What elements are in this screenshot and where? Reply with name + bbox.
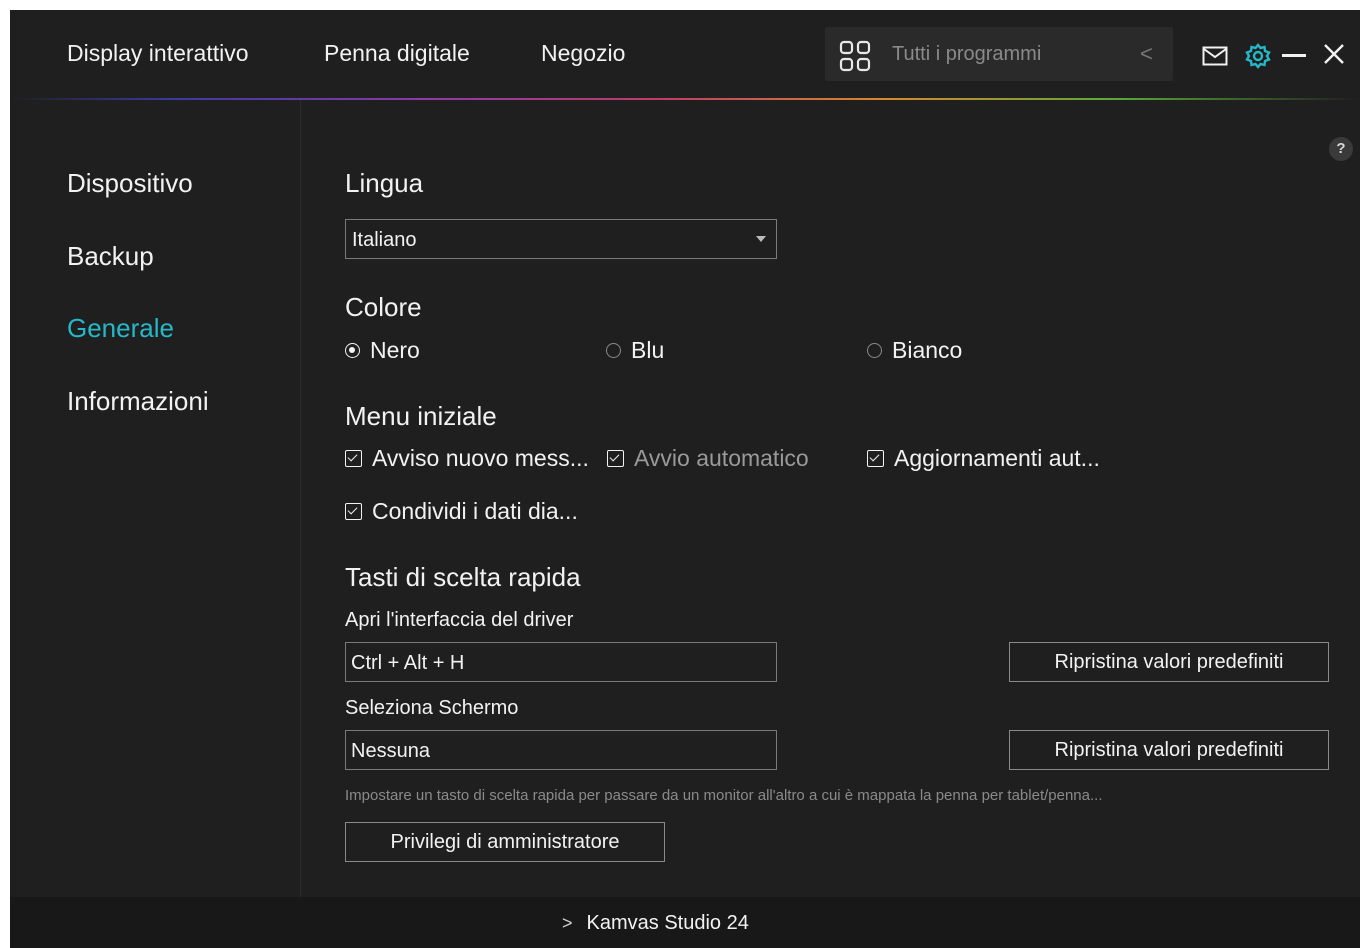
shortcut-select-screen-field[interactable]: Nessuna xyxy=(345,730,777,770)
sidebar-item-informazioni[interactable]: Informazioni xyxy=(67,386,209,417)
checkbox-new-message-alert[interactable]: Avviso nuovo mess... xyxy=(345,445,589,472)
mail-icon[interactable] xyxy=(1202,46,1228,66)
language-select[interactable]: Italiano xyxy=(345,219,777,259)
reset-select-screen-button[interactable]: Ripristina valori predefiniti xyxy=(1009,730,1329,770)
reset-open-driver-button[interactable]: Ripristina valori predefiniti xyxy=(1009,642,1329,682)
minimize-icon[interactable] xyxy=(1282,54,1306,58)
close-icon[interactable] xyxy=(1323,43,1345,65)
sidebar-item-generale[interactable]: Generale xyxy=(67,313,174,344)
startup-menu-title: Menu iniziale xyxy=(345,401,497,431)
checkbox-label: Avviso nuovo mess... xyxy=(372,445,589,471)
tab-display-interattivo[interactable]: Display interattivo xyxy=(67,40,249,67)
program-selector[interactable]: Tutti i programmi < xyxy=(825,27,1173,81)
top-bar: Display interattivo Penna digitale Negoz… xyxy=(10,10,1360,99)
checkbox-checked-icon xyxy=(345,503,362,520)
admin-privileges-button[interactable]: Privilegi di amministratore xyxy=(345,822,665,862)
shortcut-select-screen-label: Seleziona Schermo xyxy=(345,697,519,719)
shortcut-hint-text: Impostare un tasto di scelta rapida per … xyxy=(345,787,1103,804)
chevron-right-icon: > xyxy=(562,913,573,933)
checkbox-checked-icon xyxy=(867,450,884,467)
checkbox-label: Condividi i dati dia... xyxy=(372,498,578,524)
color-title: Colore xyxy=(345,292,422,322)
checkbox-checked-icon xyxy=(607,450,624,467)
radio-unchecked-icon xyxy=(867,343,882,358)
tab-penna-digitale[interactable]: Penna digitale xyxy=(324,40,470,67)
app-window: Display interattivo Penna digitale Negoz… xyxy=(10,10,1360,948)
checkbox-share-diagnostics[interactable]: Condividi i dati dia... xyxy=(345,498,578,525)
checkbox-label: Aggiornamenti aut... xyxy=(894,445,1100,471)
footer-bar: > Kamvas Studio 24 xyxy=(10,897,1360,948)
grid-icon xyxy=(839,40,871,72)
device-name: Kamvas Studio 24 xyxy=(586,912,749,934)
checkbox-checked-icon xyxy=(345,450,362,467)
radio-unchecked-icon xyxy=(606,343,621,358)
radio-bianco[interactable]: Bianco xyxy=(867,337,962,364)
checkbox-autostart[interactable]: Avvio automatico xyxy=(607,445,809,472)
shortcut-open-driver-field[interactable]: Ctrl + Alt + H xyxy=(345,642,777,682)
tab-negozio[interactable]: Negozio xyxy=(541,40,625,67)
gear-icon[interactable] xyxy=(1245,43,1271,69)
shortcut-value: Ctrl + Alt + H xyxy=(351,652,465,674)
program-selector-placeholder: Tutti i programmi xyxy=(892,43,1042,65)
chevron-left-icon[interactable]: < xyxy=(1140,41,1153,67)
radio-checked-icon xyxy=(345,343,360,358)
language-value: Italiano xyxy=(352,229,417,251)
sidebar: Dispositivo Backup Generale Informazioni xyxy=(10,100,301,897)
radio-blu[interactable]: Blu xyxy=(606,337,664,364)
checkbox-auto-updates[interactable]: Aggiornamenti aut... xyxy=(867,445,1100,472)
device-selector[interactable]: > Kamvas Studio 24 xyxy=(562,912,749,935)
checkbox-label: Avvio automatico xyxy=(634,445,809,471)
shortcuts-title: Tasti di scelta rapida xyxy=(345,562,581,592)
settings-panel: ? Lingua Italiano Colore Nero Blu Bianco… xyxy=(301,100,1360,897)
shortcut-value: Nessuna xyxy=(351,740,430,762)
language-title: Lingua xyxy=(345,168,424,198)
radio-nero[interactable]: Nero xyxy=(345,337,420,364)
sidebar-item-backup[interactable]: Backup xyxy=(67,241,154,272)
sidebar-item-dispositivo[interactable]: Dispositivo xyxy=(67,168,193,199)
radio-label: Bianco xyxy=(892,337,963,363)
dropdown-arrow-icon xyxy=(756,236,766,242)
radio-label: Nero xyxy=(370,337,420,363)
radio-label: Blu xyxy=(631,337,665,363)
help-icon[interactable]: ? xyxy=(1329,137,1353,161)
shortcut-open-driver-label: Apri l'interfaccia del driver xyxy=(345,609,574,631)
